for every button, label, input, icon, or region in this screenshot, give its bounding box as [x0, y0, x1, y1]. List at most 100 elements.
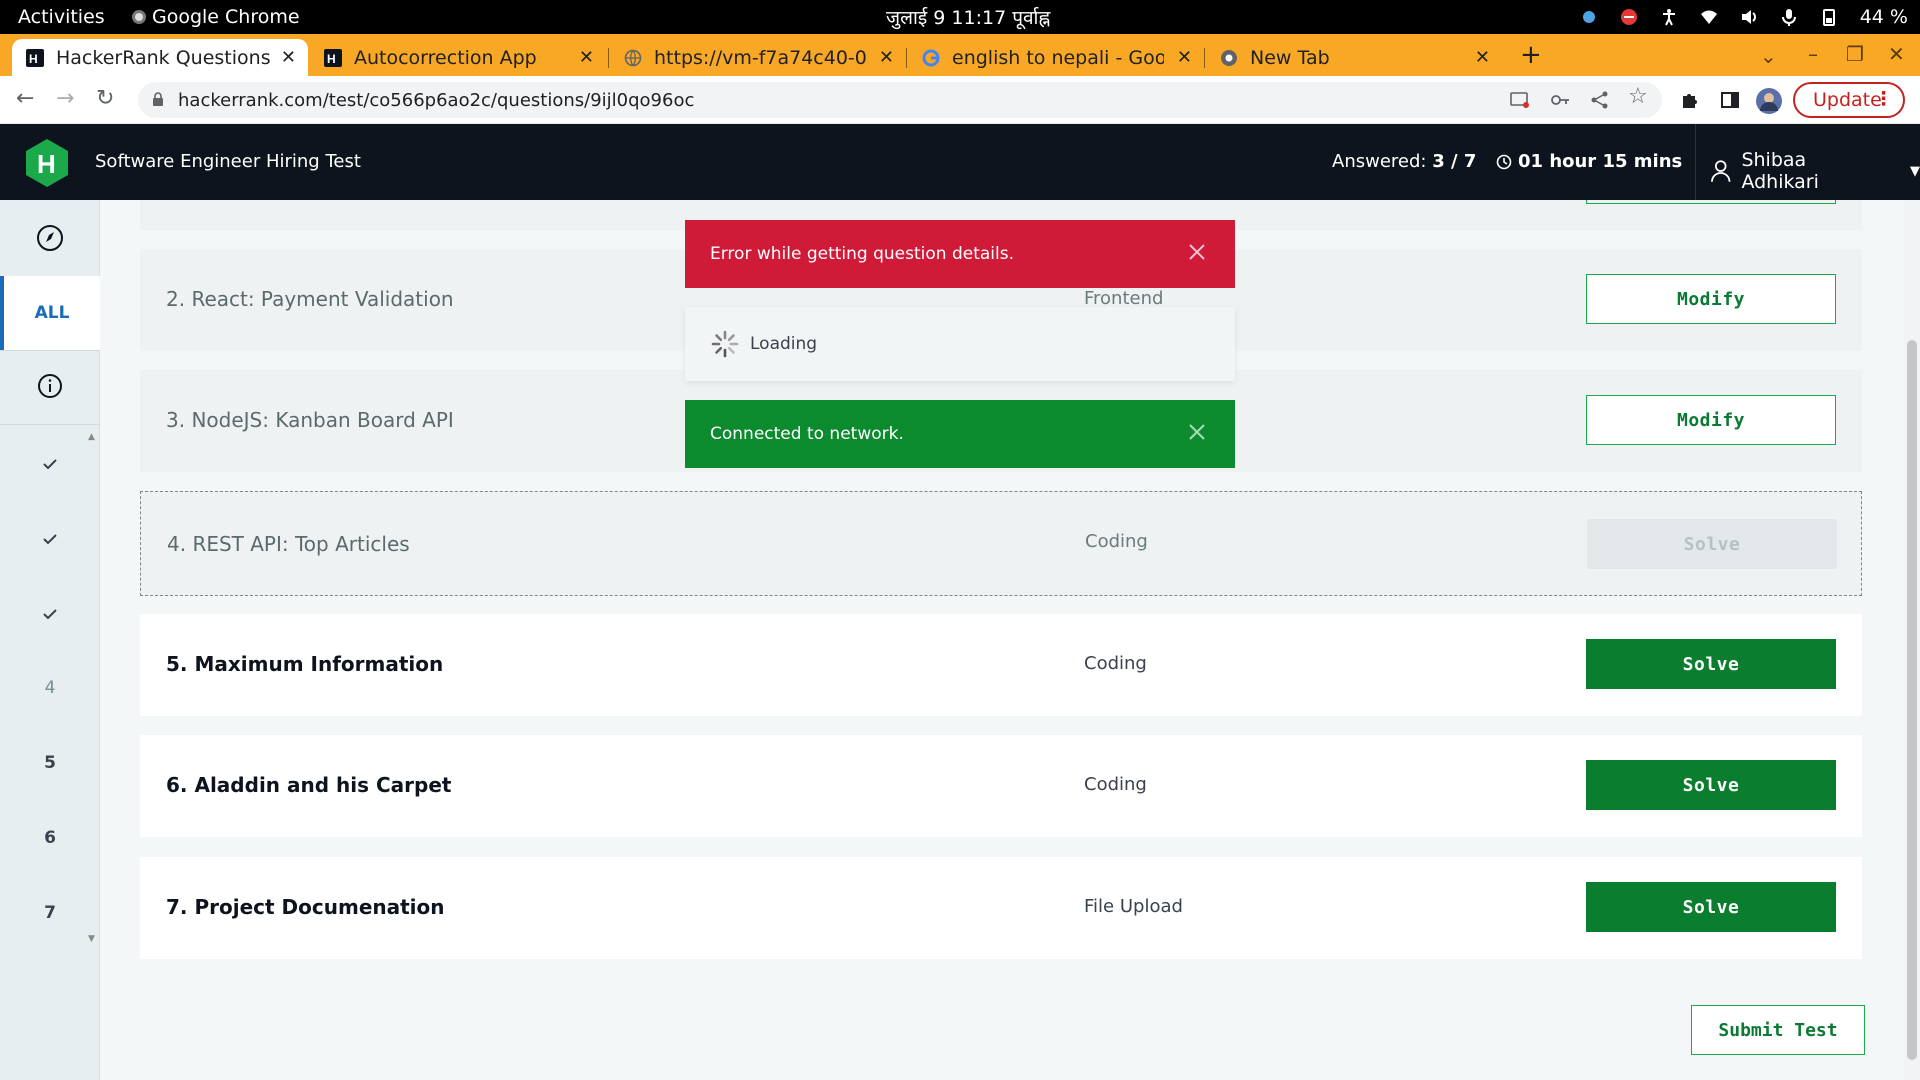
sidebar-question-5[interactable]: 5: [0, 748, 100, 778]
sidebar-question-3[interactable]: [0, 599, 100, 629]
url-text: hackerrank.com/test/co566p6ao2c/question…: [178, 89, 695, 111]
close-window-icon[interactable]: ✕: [1888, 42, 1905, 66]
lock-icon[interactable]: [152, 92, 164, 106]
sidebar-question-6[interactable]: 6: [0, 823, 100, 853]
clock-icon: [1496, 154, 1512, 169]
partial-button[interactable]: [1586, 200, 1836, 204]
solve-button[interactable]: Solve: [1587, 519, 1837, 569]
microphone-icon: [1781, 9, 1796, 26]
checkmark-icon: [43, 534, 57, 545]
restore-icon[interactable]: ❐: [1846, 42, 1864, 66]
share-icon[interactable]: [1590, 91, 1610, 109]
tab-hackerrank-questions[interactable]: H HackerRank Questions ✕: [12, 39, 308, 76]
compass-icon: [37, 225, 63, 251]
svg-text:H: H: [327, 52, 336, 66]
activities-button[interactable]: Activities: [18, 6, 105, 28]
user-menu[interactable]: Shibaa Adhikari ▼: [1710, 149, 1920, 193]
success-toast: Connected to network.: [685, 400, 1235, 468]
question-title[interactable]: 5. Maximum Information: [166, 652, 443, 676]
tab-vm-url[interactable]: https://vm-f7a74c40-08f1 ✕: [610, 39, 906, 76]
sidebar-item-all[interactable]: ALL: [0, 276, 100, 350]
error-message: Error while getting question details.: [710, 244, 1014, 264]
tab-separator: [906, 48, 907, 68]
sidebar-compass[interactable]: [0, 218, 100, 258]
sidebar-question-7[interactable]: 7: [0, 898, 100, 928]
close-icon[interactable]: [1187, 422, 1207, 442]
hackerrank-favicon-icon: H: [324, 48, 342, 67]
accessibility-icon: [1662, 9, 1675, 26]
solve-button[interactable]: Solve: [1586, 760, 1836, 810]
page-scrollbar[interactable]: [1904, 200, 1920, 1080]
close-tab-icon[interactable]: ✕: [1475, 47, 1490, 68]
sidebar-divider: [0, 350, 100, 351]
info-icon: [38, 374, 62, 398]
scrollbar-thumb[interactable]: [1907, 340, 1917, 1060]
solve-button[interactable]: Solve: [1586, 882, 1836, 932]
new-tab-button[interactable]: +: [1520, 40, 1542, 70]
tab-new-tab[interactable]: New Tab ✕: [1206, 39, 1502, 76]
clock[interactable]: जुलाई 9 11:17 पूर्वाह्न: [886, 4, 1050, 30]
scroll-up-icon[interactable]: ▲: [88, 432, 95, 442]
hackerrank-logo[interactable]: H: [24, 138, 70, 188]
success-message: Connected to network.: [710, 424, 904, 444]
submit-test-button[interactable]: Submit Test: [1691, 1005, 1865, 1055]
address-bar[interactable]: hackerrank.com/test/co566p6ao2c/question…: [138, 82, 1662, 118]
question-card: 6. Aladdin and his Carpet Coding Solve: [140, 735, 1862, 837]
bookmark-star-icon[interactable]: ☆: [1628, 84, 1648, 109]
tab-title: HackerRank Questions: [56, 46, 271, 69]
sidebar-divider: [0, 424, 100, 425]
update-button[interactable]: Update ⋮: [1793, 82, 1905, 118]
question-title[interactable]: 2. React: Payment Validation: [166, 287, 454, 311]
scroll-down-icon[interactable]: ▼: [88, 934, 95, 944]
do-not-disturb-icon: [1620, 9, 1637, 25]
chevron-down-icon: ▼: [1910, 163, 1920, 179]
tab-separator: [1204, 48, 1205, 68]
solve-button[interactable]: Solve: [1586, 639, 1836, 689]
forward-icon[interactable]: →: [56, 86, 74, 111]
back-icon[interactable]: ←: [16, 86, 34, 111]
side-panel-icon[interactable]: [1720, 91, 1740, 109]
question-card: 4. REST API: Top Articles Coding Solve: [140, 491, 1862, 596]
app-menu[interactable]: Google Chrome: [132, 6, 300, 28]
minimize-icon[interactable]: –: [1808, 42, 1818, 66]
sidebar-info[interactable]: [0, 366, 100, 406]
loading-text: Loading: [750, 334, 818, 354]
tab-search-icon[interactable]: ⌄: [1760, 44, 1777, 68]
close-tab-icon[interactable]: ✕: [1177, 47, 1192, 68]
modify-button[interactable]: Modify: [1586, 274, 1836, 324]
time-remaining: 01 hour 15 mins: [1496, 151, 1682, 172]
question-type: File Upload: [1084, 896, 1183, 917]
key-icon[interactable]: [1550, 91, 1570, 109]
question-title[interactable]: 4. REST API: Top Articles: [167, 532, 410, 556]
sidebar-question-1[interactable]: [0, 449, 100, 479]
checkmark-icon: [43, 459, 57, 470]
spinner-icon: [711, 330, 739, 358]
hackerrank-favicon-icon: H: [26, 48, 44, 67]
close-tab-icon[interactable]: ✕: [879, 47, 894, 68]
sidebar-question-4[interactable]: 4: [0, 673, 100, 703]
profile-avatar[interactable]: [1756, 88, 1782, 114]
sidebar-all-label: ALL: [34, 303, 70, 323]
test-header: H Software Engineer Hiring Test Answered…: [0, 124, 1920, 200]
close-icon[interactable]: [1187, 242, 1207, 262]
question-title[interactable]: 6. Aladdin and his Carpet: [166, 773, 451, 797]
extensions-puzzle-icon[interactable]: [1680, 91, 1700, 109]
battery-icon: [1822, 9, 1835, 26]
test-title: Software Engineer Hiring Test: [95, 151, 361, 172]
cast-blocked-icon[interactable]: [1510, 91, 1530, 109]
wifi-icon: [1700, 10, 1717, 24]
answered-value: 3 / 7: [1432, 151, 1477, 172]
question-title[interactable]: 7. Project Documenation: [166, 895, 445, 919]
tab-autocorrection-app[interactable]: H Autocorrection App ✕: [310, 39, 606, 76]
reload-icon[interactable]: ↻: [96, 86, 114, 111]
system-tray[interactable]: 44 %: [1580, 6, 1908, 28]
extension-tray-icon: [1582, 11, 1595, 23]
sidebar-question-2[interactable]: [0, 524, 100, 554]
close-tab-icon[interactable]: ✕: [281, 47, 296, 68]
globe-icon: [624, 49, 642, 66]
browser-toolbar: ← → ↻ hackerrank.com/test/co566p6ao2c/qu…: [0, 76, 1920, 124]
tab-google-search[interactable]: english to nepali - Google ✕: [908, 39, 1204, 76]
question-title[interactable]: 3. NodeJS: Kanban Board API: [166, 408, 454, 432]
modify-button[interactable]: Modify: [1586, 395, 1836, 445]
close-tab-icon[interactable]: ✕: [579, 47, 594, 68]
